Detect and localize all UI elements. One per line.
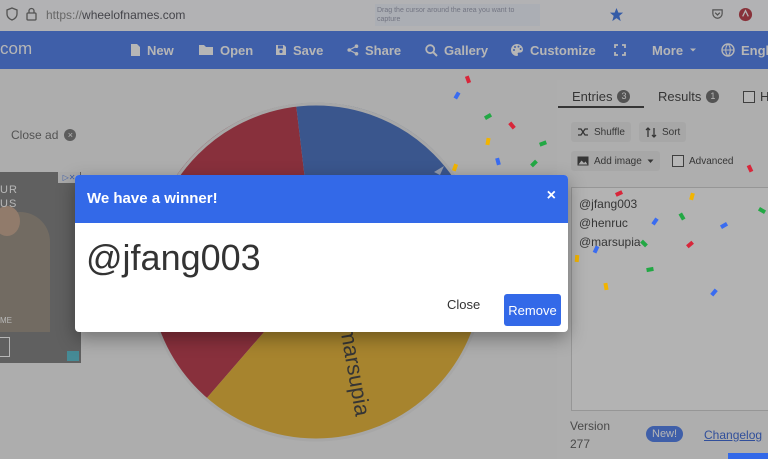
dialog-title: We have a winner! bbox=[87, 190, 218, 207]
remove-button[interactable]: Remove bbox=[504, 294, 561, 326]
dialog-header: We have a winner! × bbox=[75, 175, 568, 223]
bottom-corner-strip bbox=[728, 453, 768, 459]
winner-name: @jfang003 bbox=[86, 237, 261, 278]
close-button[interactable]: Close bbox=[447, 297, 480, 312]
dialog-close-icon[interactable]: × bbox=[547, 187, 556, 205]
winner-dialog: We have a winner! × @jfang003 Close Remo… bbox=[75, 175, 568, 332]
